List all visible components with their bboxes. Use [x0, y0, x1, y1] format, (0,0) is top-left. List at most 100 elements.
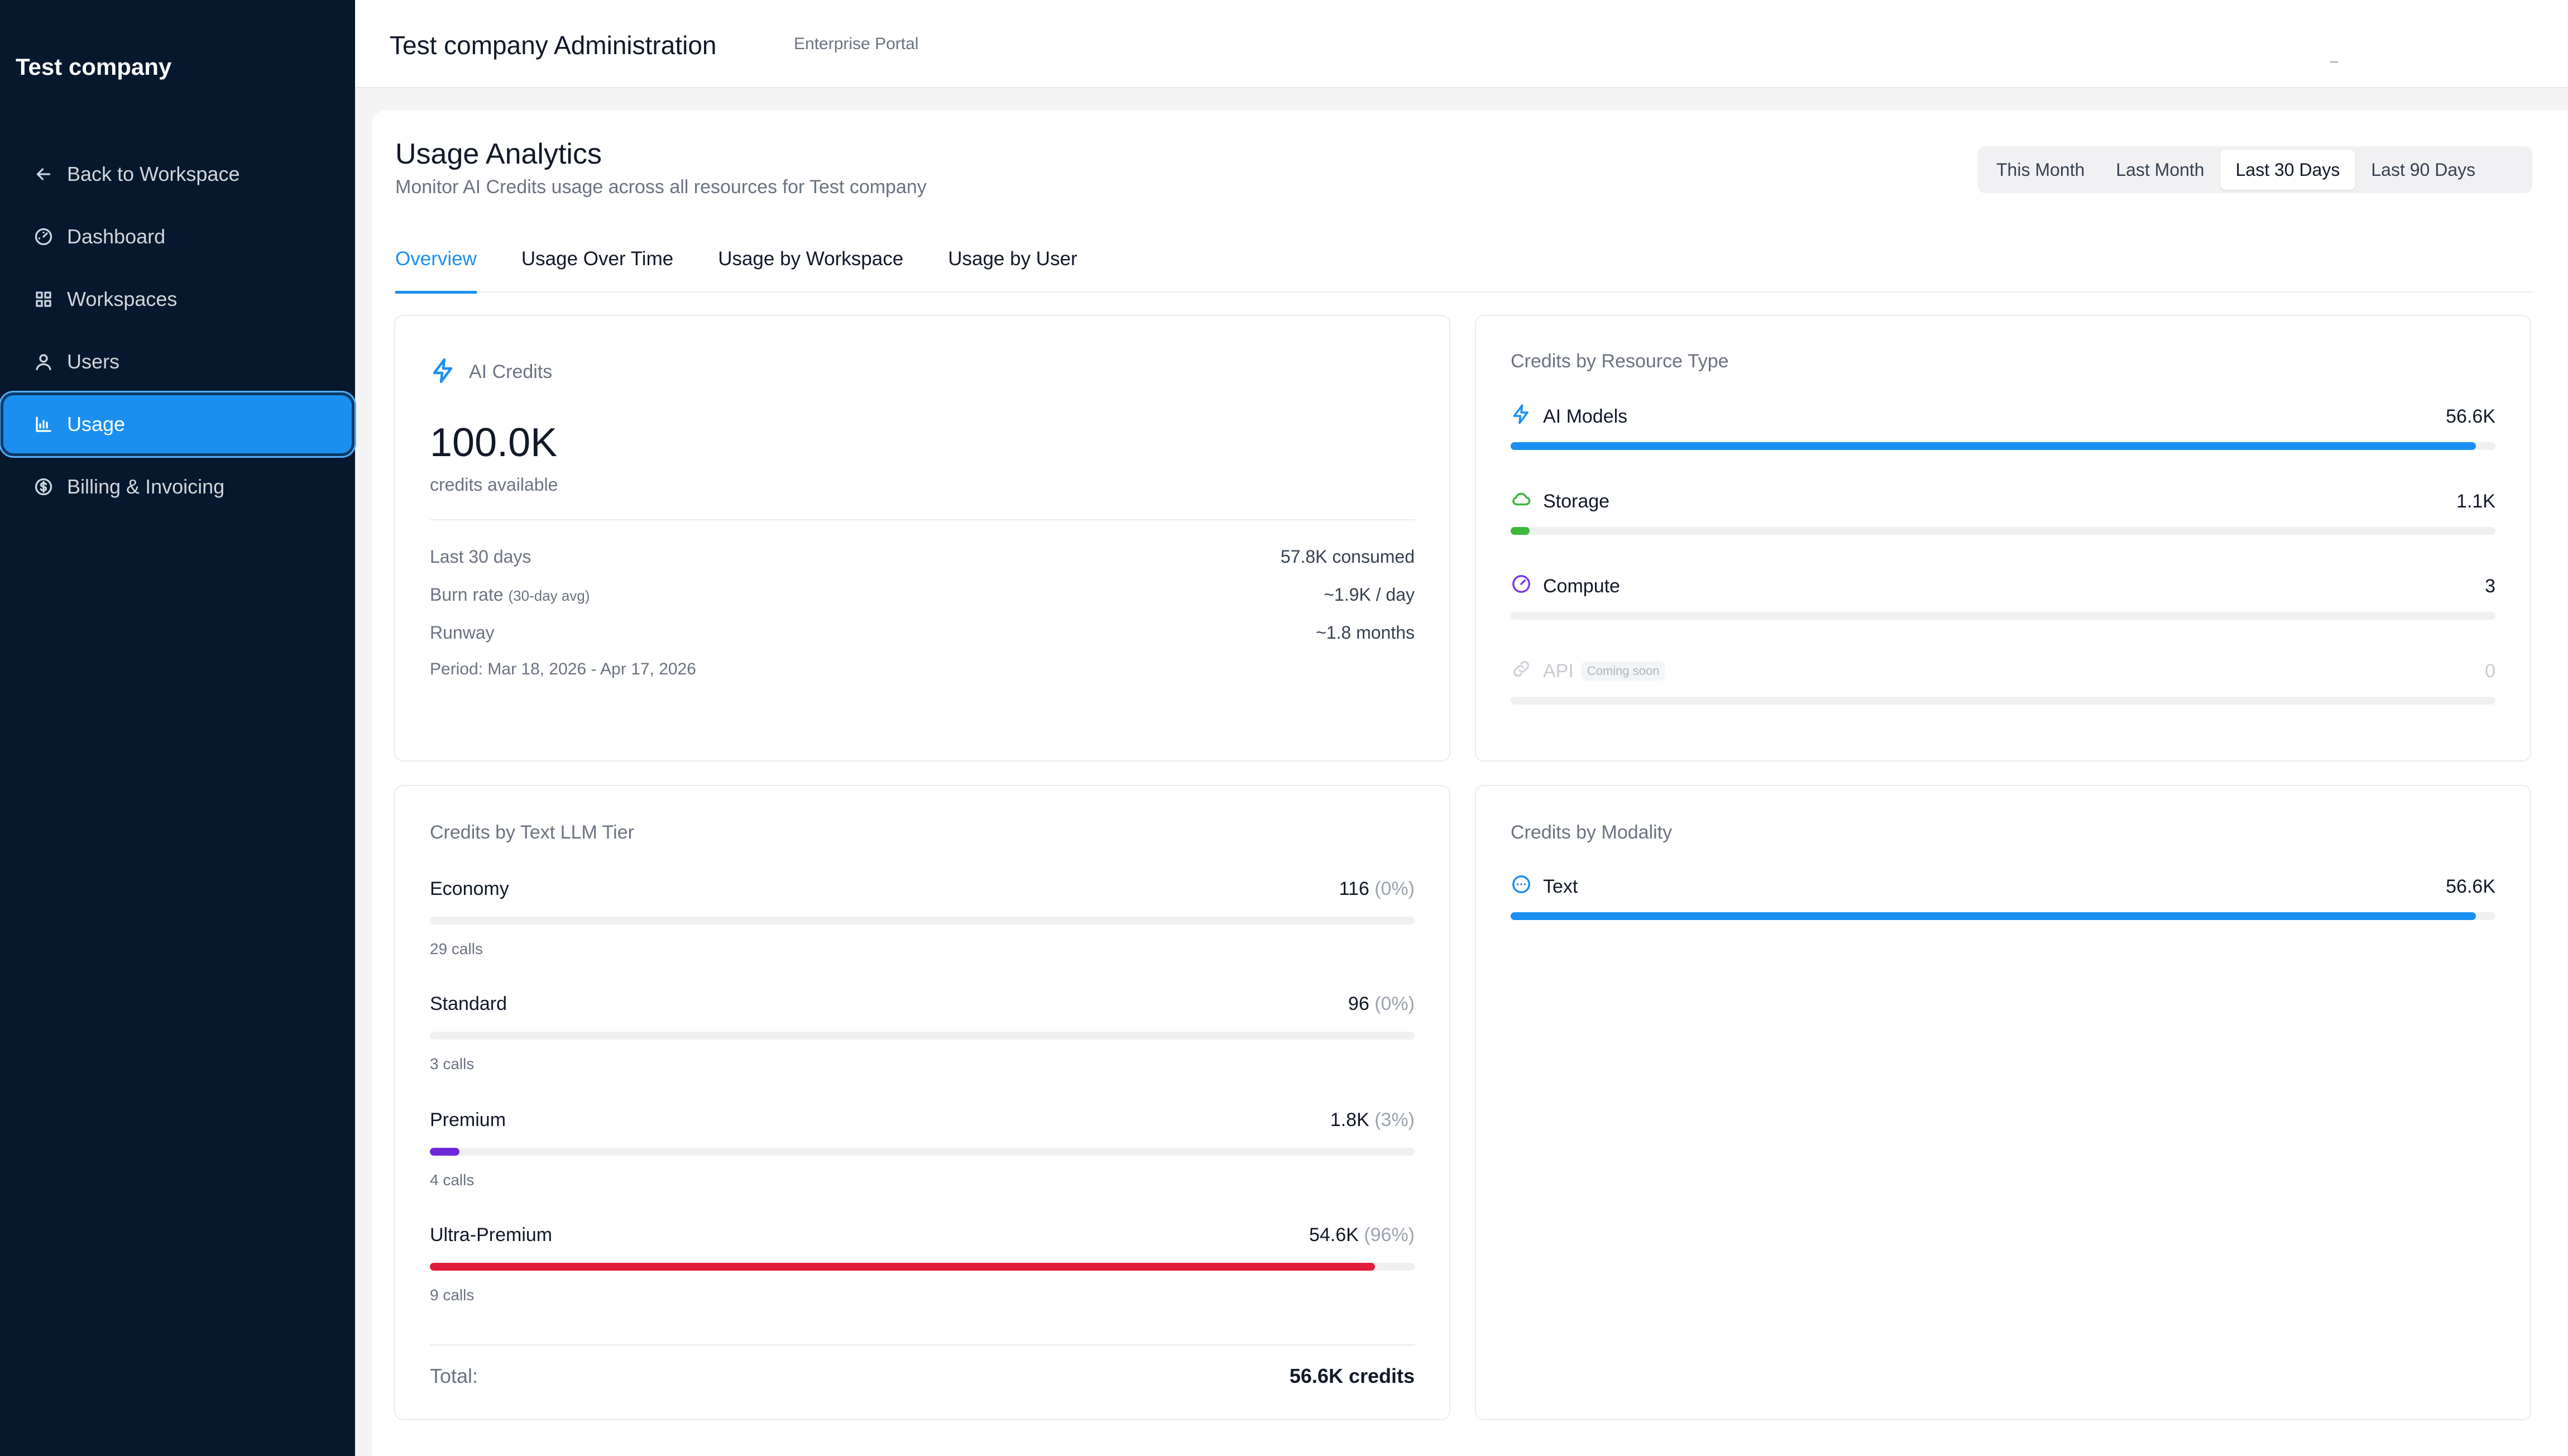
dollar-circle-icon: [32, 476, 55, 498]
credits-available-amount: 100.0K: [430, 420, 558, 465]
modality-card: Credits by Modality Text 56.6K: [1475, 785, 2531, 1420]
gauge-icon: [32, 226, 55, 248]
sidebar-item-workspaces[interactable]: Workspaces: [3, 270, 352, 328]
sidebar-item-label: Usage: [67, 413, 126, 435]
tier-row-ultra-premium: Ultra-Premium 54.6K (96%) 9 calls: [430, 1218, 1415, 1324]
sidebar-item-usage[interactable]: Usage: [3, 395, 352, 453]
credits-row-last-30-days: Last 30 days 57.8K consumed: [430, 543, 1415, 571]
date-range-selector: This Month Last Month Last 30 Days Last …: [1977, 146, 2532, 193]
tier-name: Ultra-Premium: [430, 1224, 553, 1246]
resource-value: 0: [2485, 660, 2495, 682]
tier-calls: 9 calls: [430, 1286, 475, 1304]
grid-icon: [32, 288, 55, 310]
range-last-month[interactable]: Last Month: [2100, 150, 2220, 190]
row-note: (30-day avg): [508, 587, 590, 604]
sidebar-item-users[interactable]: Users: [3, 333, 352, 391]
tier-value: 54.6K: [1309, 1224, 1359, 1246]
llm-tier-card: Credits by Text LLM Tier Economy 116 (0%)…: [394, 785, 1450, 1420]
header-title: Test company Administration: [390, 31, 717, 60]
row-label: Runway: [430, 622, 495, 643]
tier-row-standard: Standard 96 (0%) 3 calls: [430, 987, 1415, 1093]
resource-type-card: Credits by Resource Type AI Models 56.6K…: [1475, 315, 2531, 761]
sidebar: Test company Back to Workspace Dashboard…: [0, 0, 355, 1456]
tier-value: 116: [1339, 878, 1369, 899]
credits-available-label: credits available: [430, 475, 558, 495]
row-label-wrap: Burn rate (30-day avg): [430, 585, 590, 605]
tier-name: Economy: [430, 878, 509, 899]
modality-value: 56.6K: [2446, 875, 2495, 897]
resource-value: 56.6K: [2446, 405, 2495, 427]
tier-total: Total: 56.6K credits: [430, 1364, 1415, 1388]
divider: [430, 1344, 1415, 1345]
progress-bar: [1511, 697, 2495, 705]
resource-value: 3: [2485, 575, 2495, 597]
user-icon: [32, 351, 55, 373]
tier-row-premium: Premium 1.8K (3%) 4 calls: [430, 1103, 1415, 1209]
progress-bar: [1511, 612, 2495, 620]
tier-percent: (3%): [1374, 1109, 1415, 1131]
resource-name: API: [1543, 660, 1574, 682]
cloud-icon: [1511, 488, 1543, 515]
total-value: 56.6K credits: [1289, 1364, 1415, 1387]
resource-row-ai-models: AI Models 56.6K: [1511, 400, 2495, 483]
progress-bar: [1511, 527, 2495, 535]
tier-calls: 4 calls: [430, 1171, 475, 1189]
range-this-month[interactable]: This Month: [1981, 150, 2100, 190]
sidebar-nav: Back to Workspace Dashboard Workspaces U…: [0, 145, 355, 520]
sidebar-item-label: Dashboard: [67, 225, 166, 248]
resource-row-compute: Compute 3: [1511, 569, 2495, 653]
modality-row-text: Text 56.6K: [1511, 870, 2495, 954]
bar-chart-icon: [32, 413, 55, 435]
progress-fill: [1511, 527, 1530, 535]
tier-value: 1.8K: [1330, 1109, 1369, 1131]
tier-row-economy: Economy 116 (0%) 29 calls: [430, 872, 1415, 978]
tab-usage-by-workspace[interactable]: Usage by Workspace: [718, 242, 903, 293]
tier-name: Premium: [430, 1109, 506, 1131]
progress-bar: [1511, 912, 2495, 920]
progress-bar: [430, 1032, 1415, 1040]
lightning-icon: [1511, 404, 1543, 430]
resource-name: Compute: [1543, 575, 1620, 597]
range-last-30-days[interactable]: Last 30 Days: [2220, 150, 2356, 190]
progress-fill: [1511, 912, 2476, 920]
link-icon: [1511, 658, 1543, 684]
page-subtitle: Monitor AI Credits usage across all reso…: [395, 176, 927, 198]
progress-fill: [430, 1148, 459, 1156]
progress-fill: [1511, 442, 2476, 450]
row-label: Burn rate: [430, 584, 504, 605]
coming-soon-badge: Coming soon: [1581, 662, 1665, 681]
tab-overview[interactable]: Overview: [395, 242, 477, 294]
progress-bar: [430, 1263, 1415, 1271]
progress-bar: [430, 1148, 1415, 1156]
sidebar-item-billing[interactable]: Billing & Invoicing: [3, 458, 352, 516]
tab-usage-by-user[interactable]: Usage by User: [948, 242, 1077, 293]
row-value: 57.8K consumed: [1280, 546, 1415, 567]
tab-usage-over-time[interactable]: Usage Over Time: [521, 242, 673, 293]
tier-value: 96: [1348, 993, 1369, 1014]
row-label: Last 30 days: [430, 546, 531, 567]
resource-value: 1.1K: [2456, 490, 2495, 512]
range-last-90-days[interactable]: Last 90 Days: [2355, 150, 2491, 190]
row-value: ~1.8 months: [1316, 622, 1415, 643]
ai-credits-title: AI Credits: [469, 361, 553, 382]
arrow-left-icon: [32, 163, 55, 185]
ai-credits-card: AI Credits 100.0K credits available Last…: [394, 315, 1450, 761]
sidebar-item-dashboard[interactable]: Dashboard: [3, 208, 352, 266]
divider: [430, 519, 1415, 520]
brand-name: Test company: [16, 54, 172, 80]
tier-percent: (0%): [1374, 993, 1415, 1014]
sidebar-item-label: Back to Workspace: [67, 162, 240, 185]
chat-bubble-icon: [1511, 874, 1543, 900]
top-header: Test company Administration Enterprise P…: [355, 0, 2568, 88]
tier-percent: (0%): [1374, 878, 1415, 899]
sidebar-item-label: Users: [67, 350, 120, 373]
lightning-icon: [430, 357, 469, 387]
ai-credits-header: AI Credits: [430, 357, 552, 387]
sidebar-item-back-to-workspace[interactable]: Back to Workspace: [3, 145, 352, 203]
resource-row-api: API Coming soon 0: [1511, 654, 2495, 738]
total-label: Total:: [430, 1364, 478, 1387]
modality-name: Text: [1543, 875, 1578, 897]
credits-row-runway: Runway ~1.8 months: [430, 619, 1415, 646]
sidebar-item-label: Workspaces: [67, 288, 178, 310]
gauge-icon: [1511, 573, 1543, 600]
